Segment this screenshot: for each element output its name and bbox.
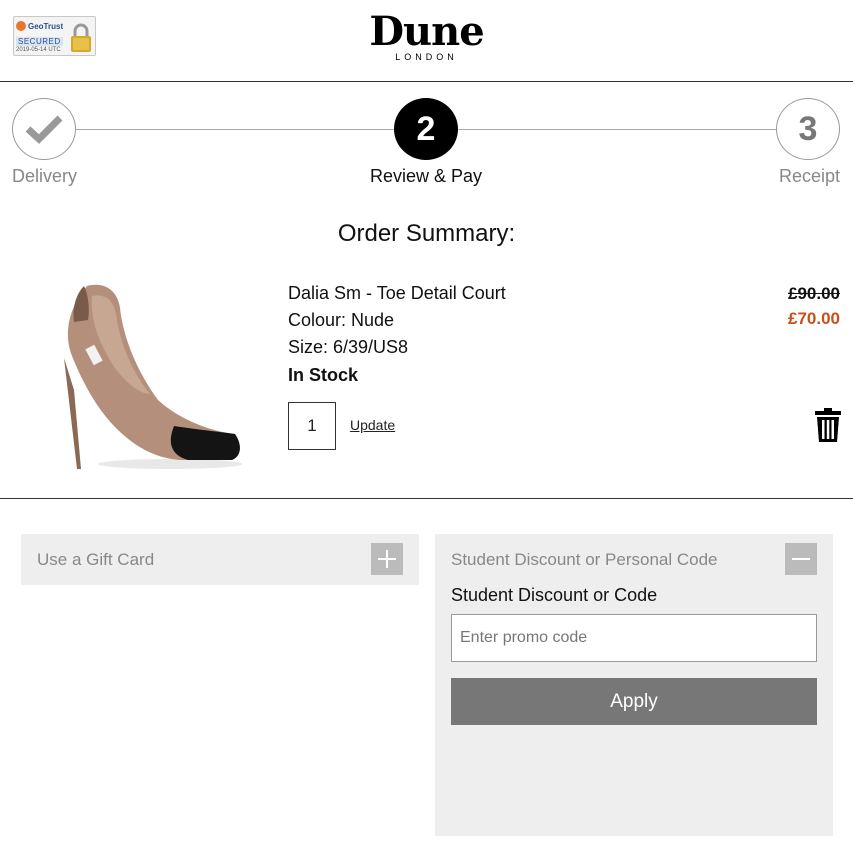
product-size: Size: 6/39/US8 [288,337,409,357]
gift-card-panel[interactable]: Use a Gift Card [21,534,419,585]
gift-card-label: Use a Gift Card [37,550,155,569]
step-delivery-label[interactable]: Delivery [12,166,77,187]
dune-london-logo[interactable]: Dune LONDON [349,8,504,63]
product-image[interactable] [50,278,250,478]
minus-icon [792,558,810,560]
badge-date: 2019-05-14 UTC [16,47,61,53]
step-review-pay-circle: 2 [394,98,458,160]
promo-code-panel: Student Discount or Personal Code Studen… [435,534,833,836]
step-receipt-label: Receipt [779,166,841,186]
expand-gift-card-button[interactable] [371,543,403,575]
original-price: £90.00 [788,284,840,303]
promo-code-input[interactable] [451,614,817,662]
site-header: GeoTrust SECURED 2019-05-14 UTC Dune LON… [0,0,853,82]
stock-status: In Stock [288,365,359,385]
product-colour: Colour: Nude [288,310,395,330]
checkmark-icon [25,115,63,144]
plus-icon [378,550,396,568]
geotrust-logo: GeoTrust [16,19,68,33]
logo-wordmark: Dune [369,8,484,55]
product-name[interactable]: Dalia Sm - Toe Detail Court [288,283,506,304]
collapse-promo-button[interactable] [785,543,817,575]
update-quantity-link[interactable]: Update [350,417,395,433]
step-review-pay-label: Review & Pay [370,166,483,186]
badge-secured-text: SECURED [16,37,63,46]
geotrust-secured-badge[interactable]: GeoTrust SECURED 2019-05-14 UTC [13,16,96,56]
promo-code-label: Student Discount or Code [451,585,658,605]
sale-price: £70.00 [788,309,840,328]
section-divider [0,498,853,499]
order-summary-title: Order Summary: [337,220,516,247]
quantity-input[interactable]: 1 [288,402,336,450]
padlock-icon [71,23,91,52]
step-receipt-circle: 3 [776,98,840,160]
trash-icon[interactable] [815,408,841,442]
promo-panel-header[interactable]: Student Discount or Personal Code [451,550,718,570]
step-delivery-circle[interactable] [12,98,76,160]
apply-button[interactable]: Apply [451,678,817,725]
